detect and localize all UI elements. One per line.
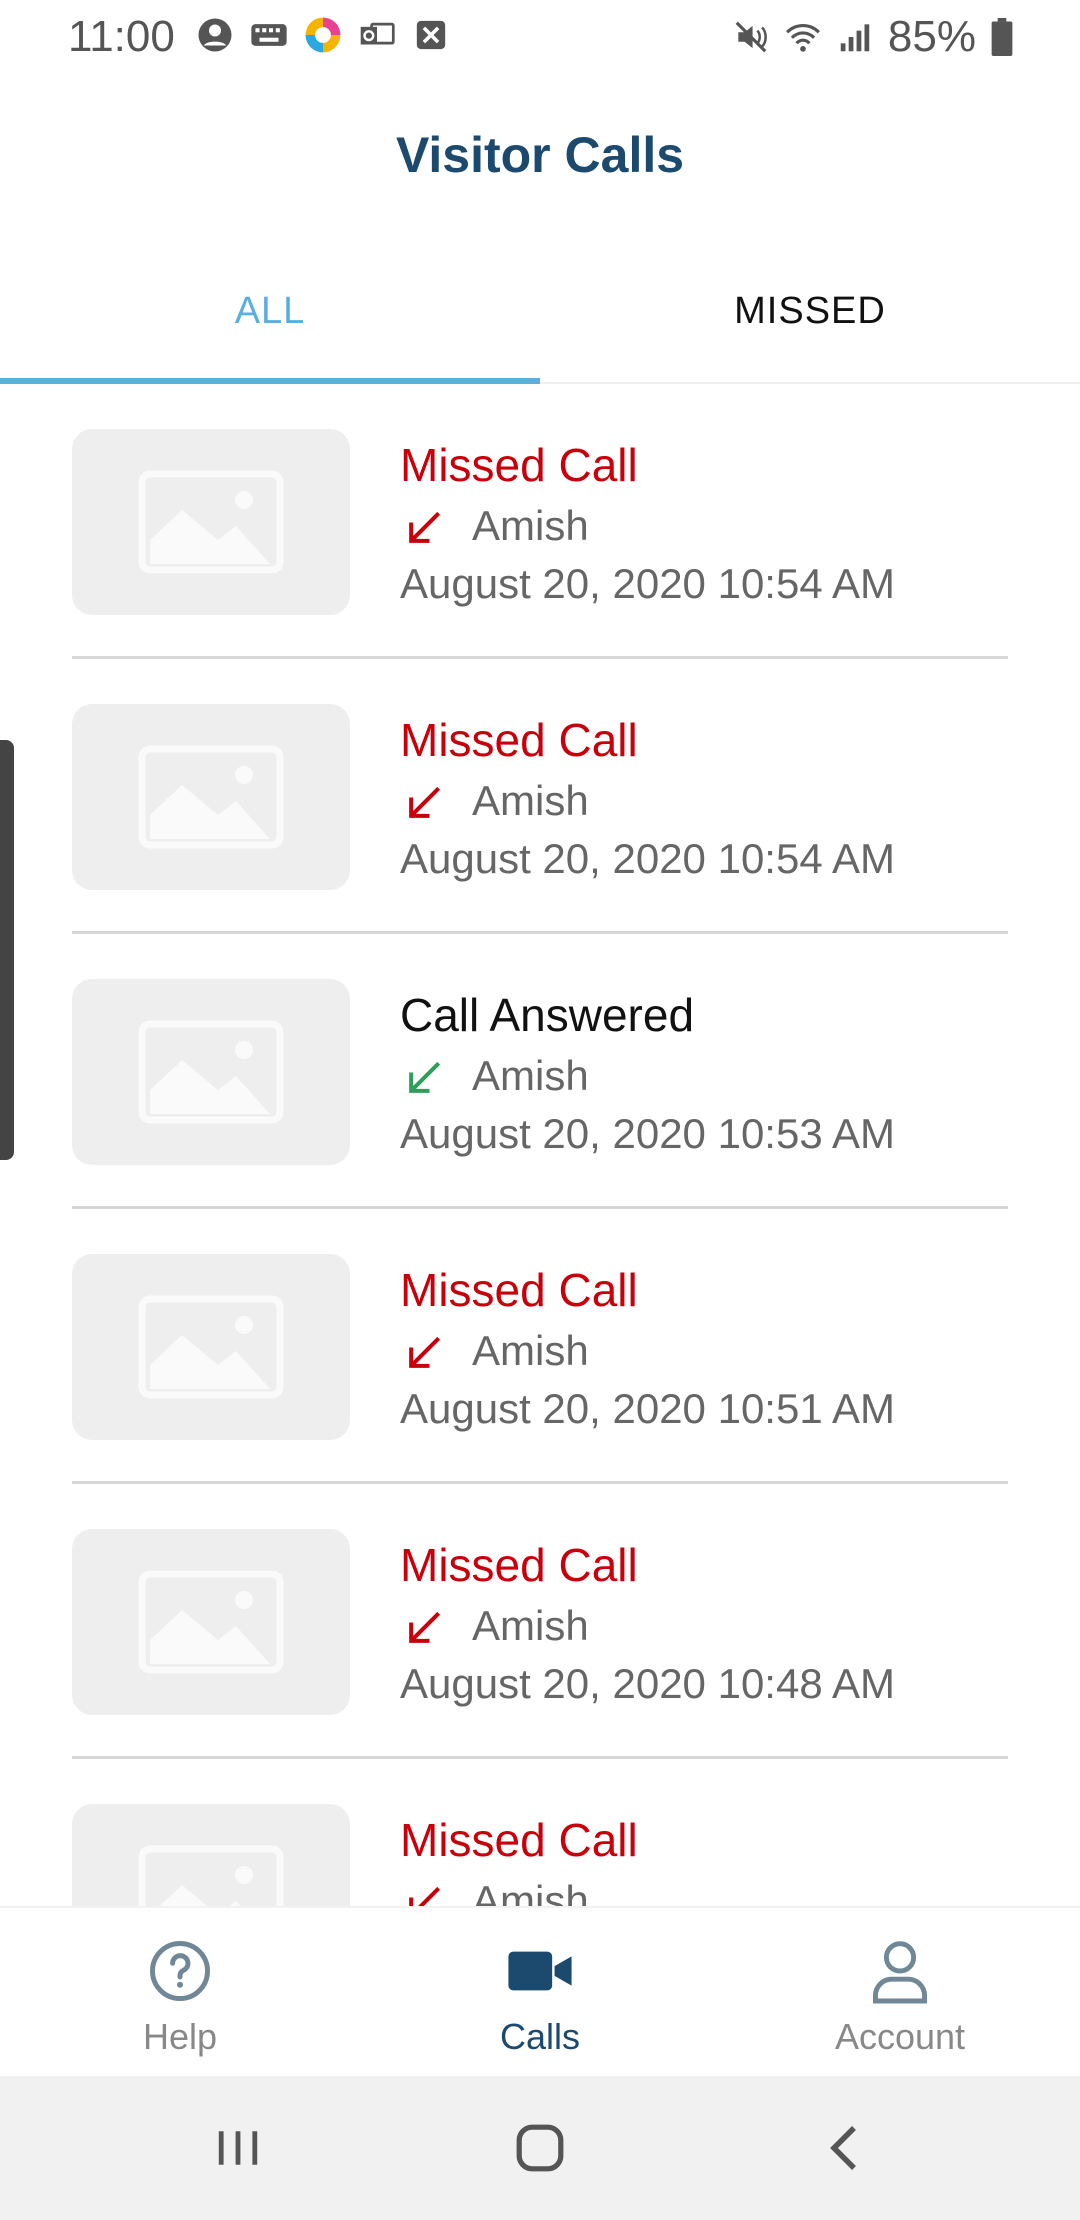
call-list-item[interactable]: Call Answered Amish August 20, 2020 10:5… (0, 934, 1080, 1209)
call-thumbnail (72, 429, 350, 615)
nav-calls[interactable]: Calls (360, 1908, 720, 2076)
image-placeholder-icon (138, 1020, 284, 1124)
image-placeholder-icon (138, 1570, 284, 1674)
video-camera-icon (505, 1936, 575, 2006)
edge-panel-handle[interactable] (0, 740, 14, 1160)
recent-apps-icon (218, 2131, 258, 2165)
caller-name: Amish (472, 1602, 589, 1649)
answered-call-arrow-icon (409, 1061, 441, 1093)
back-button[interactable] (812, 2116, 876, 2180)
caller-name: Amish (472, 1052, 589, 1099)
call-list-item[interactable]: Missed Call Amish August 20, 2020 10:54 … (0, 659, 1080, 934)
call-datetime: August 20, 2020 10:54 AM (400, 560, 896, 607)
tab-missed[interactable]: MISSED (540, 250, 1080, 382)
call-datetime: August 20, 2020 10:48 AM (400, 1660, 896, 1707)
call-status: Missed Call (400, 1539, 638, 1591)
nav-account[interactable]: Account (720, 1908, 1080, 2076)
battery-percentage: 85% (887, 12, 976, 61)
signal-icon (836, 18, 874, 56)
tab-all[interactable]: ALL (0, 250, 540, 382)
outlook-icon (358, 16, 396, 54)
tab-all-label: ALL (234, 290, 306, 332)
recent-apps-button[interactable] (206, 2116, 270, 2180)
missed-call-arrow-icon (409, 1611, 441, 1643)
missed-call-arrow-icon (409, 786, 441, 818)
back-chevron-icon (830, 2126, 856, 2170)
person-icon (865, 1936, 935, 2006)
caller-name: Amish (472, 1877, 589, 1906)
bottom-navigation: Help Calls Account (0, 1906, 1080, 2076)
missed-call-arrow-icon (409, 1336, 441, 1368)
call-status: Missed Call (400, 714, 638, 766)
page-title: Visitor Calls (395, 127, 685, 183)
screen: 11:00 85% Visitor Calls ALL MISSED Misse… (0, 0, 1080, 2220)
missed-call-arrow-icon (409, 511, 441, 543)
call-datetime: August 20, 2020 10:51 AM (400, 1385, 896, 1432)
home-icon (516, 2124, 564, 2172)
missed-call-arrow-icon (409, 1886, 441, 1906)
call-status: Missed Call (400, 1814, 638, 1866)
excel-icon (412, 16, 450, 54)
wifi-icon (784, 18, 822, 56)
keyboard-icon (250, 16, 288, 54)
nav-account-label: Account (834, 2016, 966, 2057)
call-status: Missed Call (400, 1264, 638, 1316)
call-list-item[interactable]: Missed Call Amish (0, 1759, 1080, 1906)
app-logo-icon (304, 16, 342, 54)
image-placeholder-icon (138, 745, 284, 849)
nav-calls-label: Calls (499, 2016, 580, 2057)
home-button[interactable] (508, 2116, 572, 2180)
system-navigation-bar (0, 2076, 1080, 2220)
call-status: Call Answered (400, 989, 695, 1041)
call-thumbnail (72, 1804, 350, 1906)
notification-icons (196, 16, 450, 54)
call-list-item[interactable]: Missed Call Amish August 20, 2020 10:54 … (0, 384, 1080, 659)
call-datetime: August 20, 2020 10:54 AM (400, 835, 896, 882)
image-placeholder-icon (138, 1295, 284, 1399)
caller-name: Amish (472, 502, 589, 549)
help-circle-icon (145, 1936, 215, 2006)
image-placeholder-icon (138, 470, 284, 574)
image-placeholder-icon (138, 1845, 284, 1906)
nav-help[interactable]: Help (0, 1908, 360, 2076)
tab-missed-label: MISSED (734, 290, 886, 332)
call-datetime: August 20, 2020 10:53 AM (400, 1110, 896, 1157)
call-thumbnail (72, 704, 350, 890)
system-status-icons: 85% (732, 12, 1014, 62)
nav-help-label: Help (142, 2016, 218, 2057)
caller-name: Amish (472, 777, 589, 824)
caller-name: Amish (472, 1327, 589, 1374)
battery-icon (990, 18, 1014, 56)
calls-list[interactable]: Missed Call Amish August 20, 2020 10:54 … (0, 384, 1080, 1906)
account-circle-icon (196, 16, 234, 54)
status-bar: 11:00 85% (0, 0, 1080, 76)
call-status: Missed Call (400, 439, 638, 491)
mute-icon (732, 18, 770, 56)
call-list-item[interactable]: Missed Call Amish August 20, 2020 10:48 … (0, 1484, 1080, 1759)
call-thumbnail (72, 979, 350, 1165)
status-time: 11:00 (68, 12, 175, 61)
call-thumbnail (72, 1529, 350, 1715)
call-list-item[interactable]: Missed Call Amish August 20, 2020 10:51 … (0, 1209, 1080, 1484)
call-filter-tabs: ALL MISSED (0, 250, 1080, 384)
call-thumbnail (72, 1254, 350, 1440)
